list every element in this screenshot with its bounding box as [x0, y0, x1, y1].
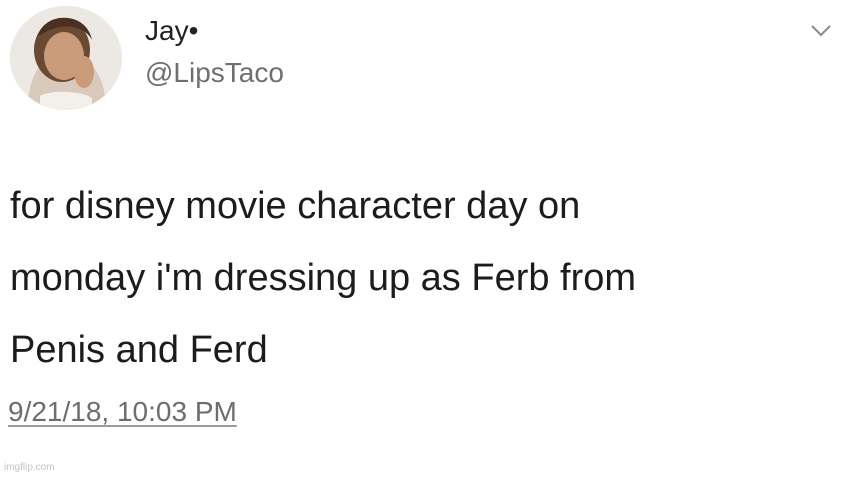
tweet-text-line: Penis and Ferd — [10, 329, 268, 371]
avatar[interactable] — [10, 6, 122, 110]
tweet-card: Jay• @LipsTaco for disney movie characte… — [0, 0, 850, 477]
watermark: imgflip.com — [4, 462, 55, 473]
user-handle[interactable]: @LipsTaco — [145, 56, 284, 90]
tweet-text: for disney movie character day on monday… — [10, 170, 840, 386]
tweet-timestamp[interactable]: 9/21/18, 10:03 PM — [8, 392, 237, 432]
tweet-text-line: for disney movie character day on — [10, 185, 581, 227]
display-name[interactable]: Jay• — [145, 14, 198, 48]
user-avatar-icon — [10, 6, 122, 110]
chevron-down-icon[interactable] — [810, 24, 832, 38]
tweet-text-line: monday i'm dressing up as Ferb from — [10, 257, 637, 299]
